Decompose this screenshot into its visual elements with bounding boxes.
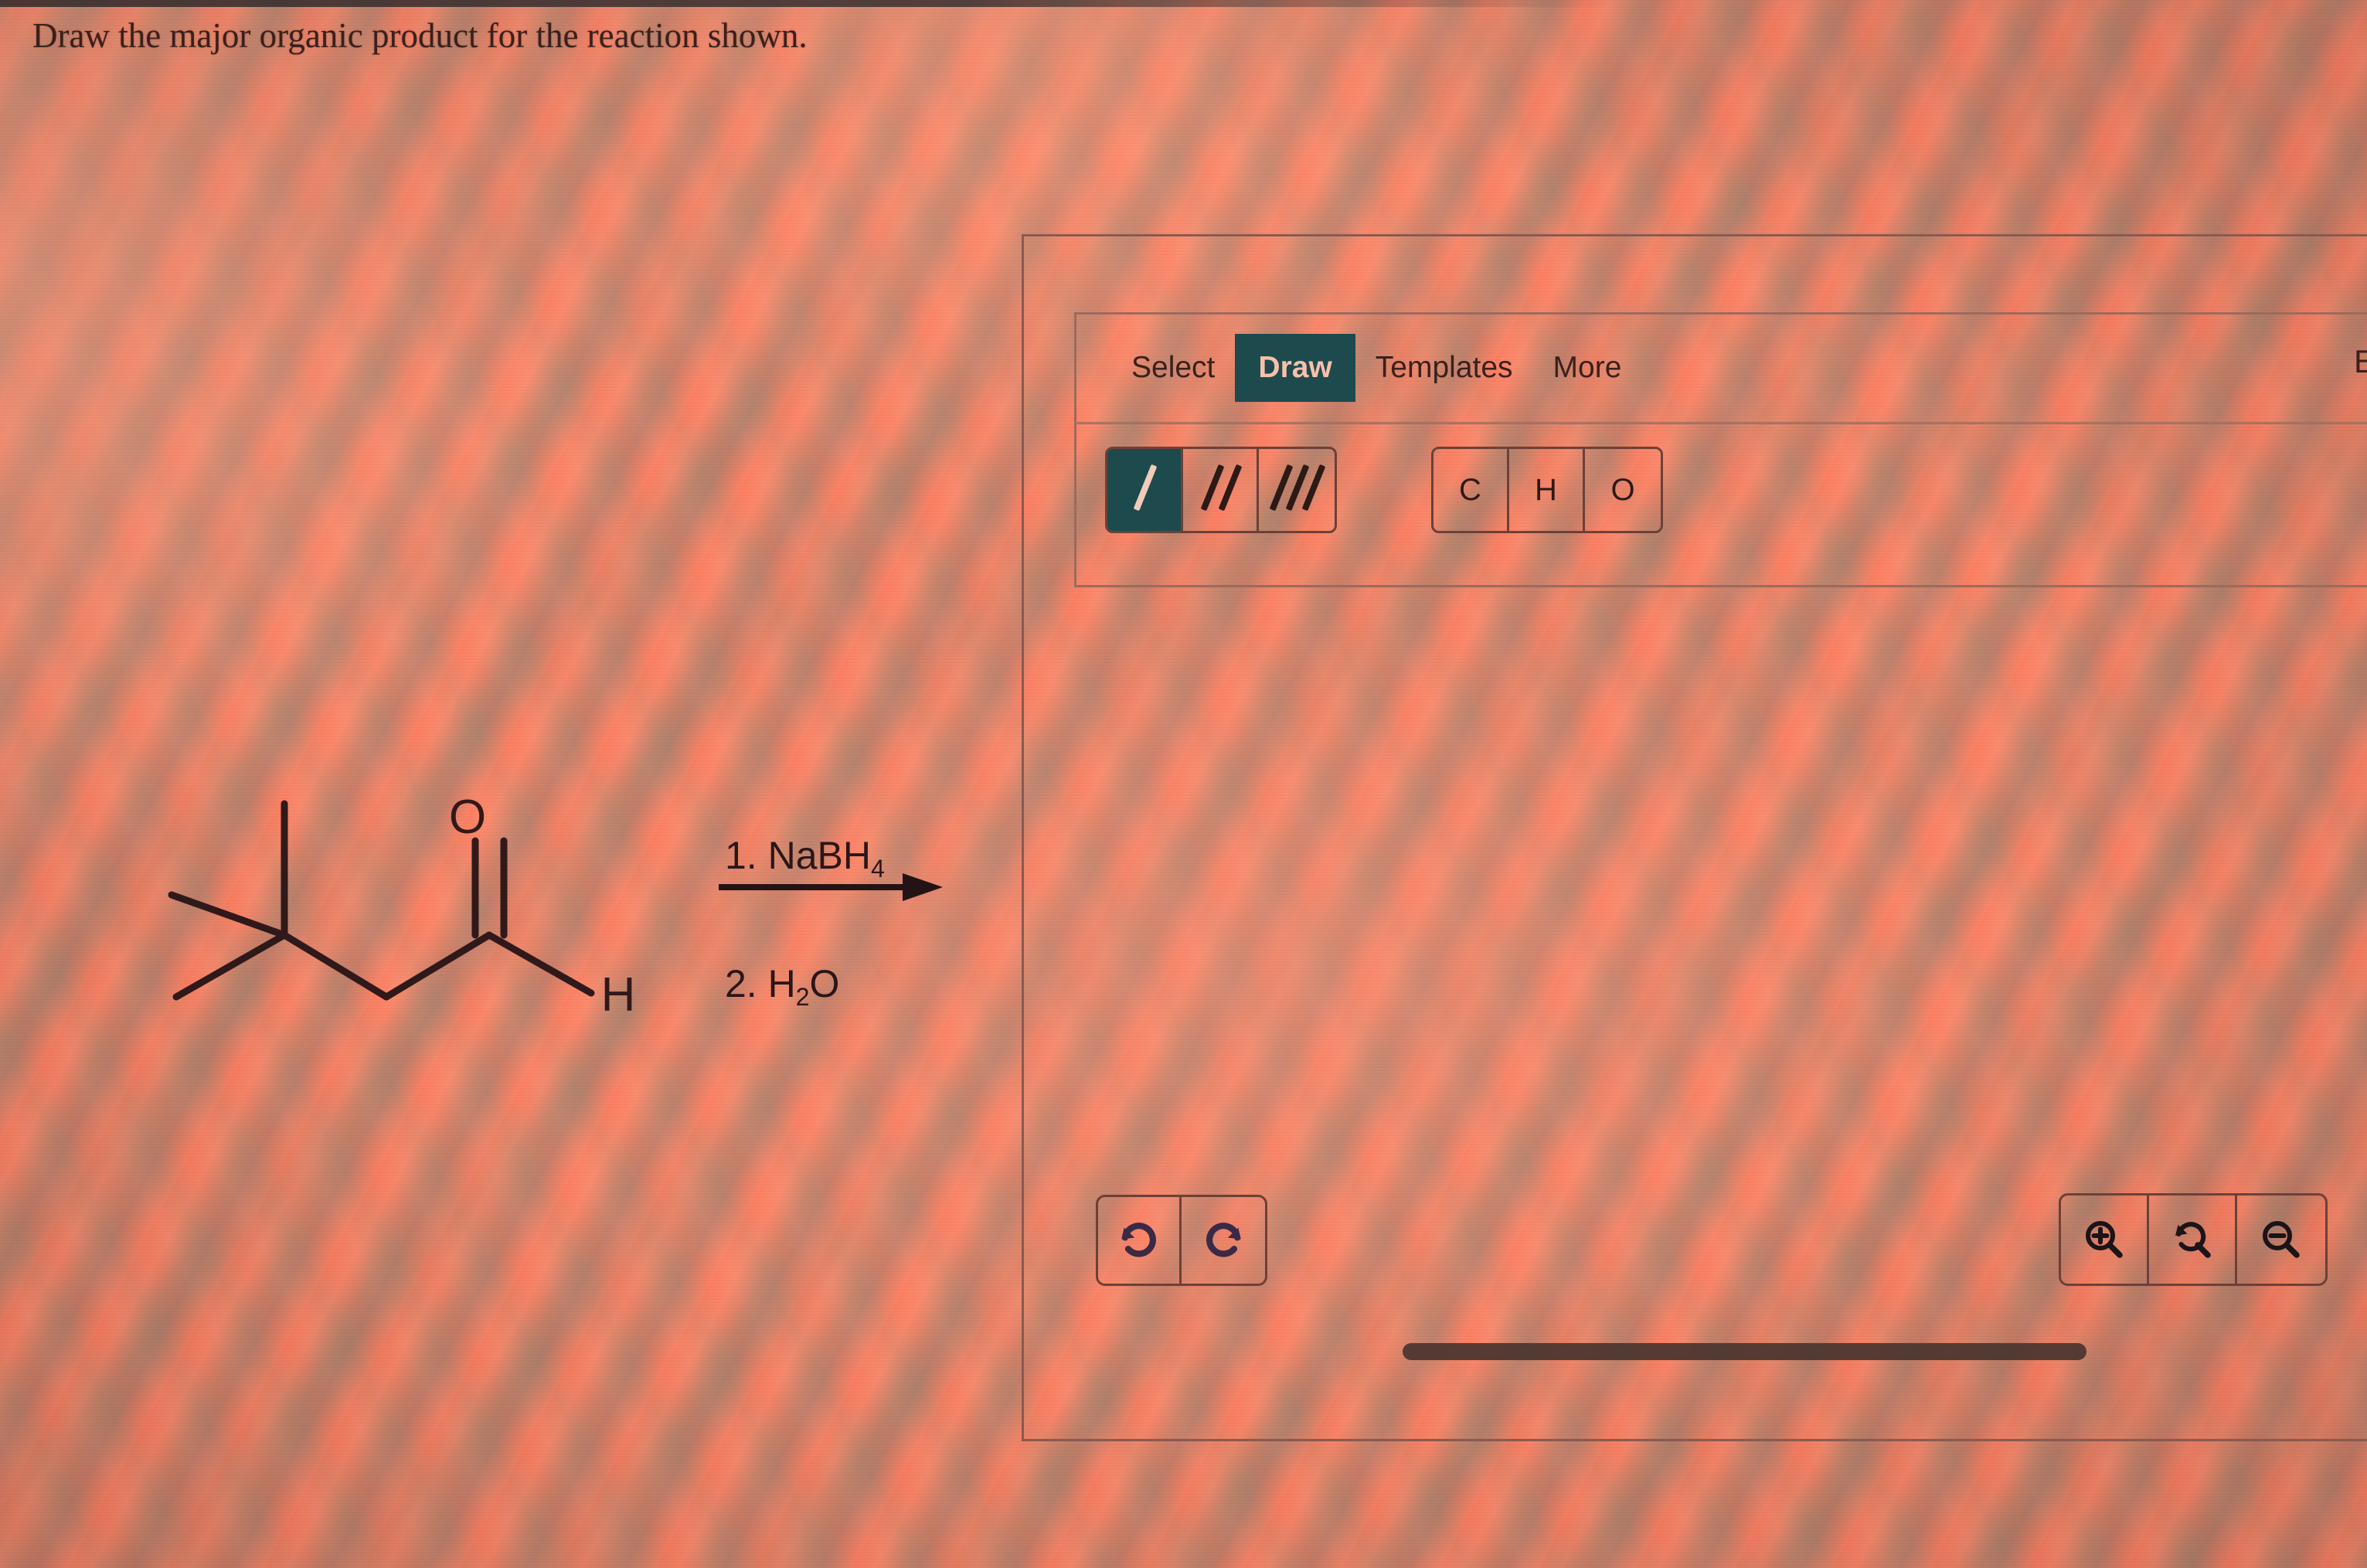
screen-top-edge-bar: [0, 0, 1615, 7]
tab-draw[interactable]: Draw: [1235, 334, 1355, 402]
tab-templates[interactable]: Templates: [1355, 338, 1533, 397]
reagent-line-1-subscript: 4: [870, 855, 885, 883]
zoom-out-button[interactable]: [2237, 1196, 2325, 1284]
single-bond-button[interactable]: [1107, 449, 1183, 531]
zoom-out-icon: [2262, 1220, 2300, 1258]
triple-bond-button[interactable]: [1259, 449, 1335, 531]
reagent-line-2: 2. H2O: [725, 961, 839, 1012]
reagent-line-2-tail: O: [809, 962, 840, 1005]
reaction-scheme: O H: [0, 742, 1020, 1066]
redo-button[interactable]: [1182, 1197, 1265, 1284]
undo-button[interactable]: [1098, 1197, 1182, 1284]
carbonyl-oxygen-label: O: [449, 791, 486, 844]
reagent-line-2-text: 2. H: [725, 962, 796, 1005]
clipped-edge-button-label[interactable]: E: [2354, 343, 2367, 380]
bond-tool-group: [1105, 447, 1337, 533]
reagent-line-1: 1. NaBH4: [725, 833, 885, 883]
horizontal-scrollbar-thumb[interactable]: [1403, 1343, 2086, 1360]
zoom-in-button[interactable]: [2061, 1196, 2149, 1284]
hydrogen-atom-button[interactable]: H: [1509, 449, 1585, 531]
toolbar-divider: [1074, 422, 2367, 424]
redo-icon: [1206, 1223, 1241, 1257]
reagent-line-2-subscript: 2: [795, 983, 810, 1011]
zoom-tool-group: [2059, 1193, 2328, 1286]
undo-icon: [1121, 1223, 1156, 1257]
tab-select[interactable]: Select: [1111, 338, 1235, 397]
single-bond-icon: [1133, 464, 1158, 512]
reagent-line-1-text: 1. NaBH: [725, 834, 871, 877]
atom-tool-group: C H O: [1431, 447, 1663, 533]
aldehyde-hydrogen-label: H: [601, 968, 636, 1022]
starting-material-structure: O H: [168, 791, 636, 1022]
tab-more[interactable]: More: [1533, 338, 1642, 397]
double-bond-button[interactable]: [1183, 449, 1259, 531]
zoom-reset-button[interactable]: [2149, 1196, 2237, 1284]
page-title: Draw the major organic product for the r…: [32, 16, 808, 55]
carbon-atom-button[interactable]: C: [1433, 449, 1509, 531]
history-tool-group: [1096, 1195, 1267, 1286]
oxygen-atom-button[interactable]: O: [1585, 449, 1661, 531]
editor-tab-bar: Select Draw Templates More: [1111, 334, 1641, 402]
zoom-in-icon: [2085, 1220, 2123, 1258]
zoom-reset-icon: [2175, 1222, 2211, 1258]
